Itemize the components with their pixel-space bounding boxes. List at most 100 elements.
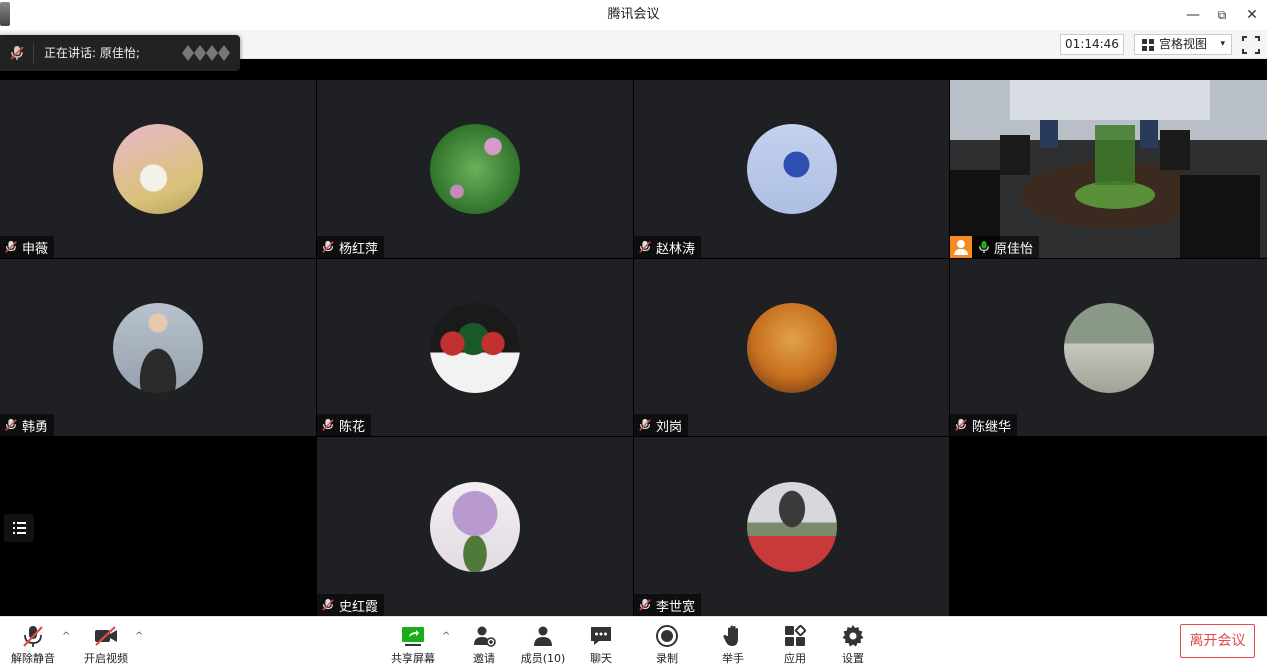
list-view-icon[interactable]	[4, 514, 34, 542]
window-title: 腾讯会议	[607, 7, 660, 22]
avatar	[746, 481, 837, 572]
speaking-label: 正在讲话: 原佳怡;	[44, 46, 140, 60]
record-button[interactable]: 录制	[648, 617, 686, 665]
meeting-toolbar: 解除静音 ^ 开启视频 ^ 共享屏幕 ^ 邀请 成员(10) 聊天 录制 举手 …	[0, 616, 1267, 665]
participant-name: 申薇	[22, 241, 49, 257]
mic-muted-icon	[639, 418, 651, 431]
share-screen-label: 共享屏幕	[391, 652, 435, 665]
members-label: 成员(10)	[520, 652, 566, 665]
camera-feed	[950, 80, 1267, 258]
unmute-label: 解除静音	[11, 652, 55, 665]
add-user-icon	[474, 626, 496, 647]
name-tag: 刘岗	[634, 414, 689, 436]
participant-name: 赵林涛	[656, 241, 696, 257]
host-badge-icon	[950, 236, 972, 258]
record-icon	[656, 625, 678, 647]
participant-tile[interactable]: 李世宽	[634, 437, 949, 616]
leave-meeting-button[interactable]: 离开会议	[1180, 624, 1255, 658]
participant-tile[interactable]: 赵林涛	[634, 80, 949, 258]
participant-name: 陈花	[339, 419, 366, 435]
participant-video-tile[interactable]: 原佳怡	[950, 80, 1267, 258]
close-button[interactable]: ✕	[1237, 0, 1267, 30]
video-options-chevron-icon[interactable]: ^	[135, 631, 143, 642]
view-mode-dropdown[interactable]: 宫格视图 ▾	[1134, 34, 1232, 55]
participant-name: 李世宽	[656, 599, 696, 615]
mic-muted-icon	[955, 418, 967, 431]
avatar	[430, 124, 520, 214]
minimize-button[interactable]: —	[1178, 0, 1208, 30]
participant-tile[interactable]: 韩勇	[0, 259, 316, 436]
participant-tile[interactable]: 陈花	[317, 259, 633, 436]
name-tag: 陈花	[317, 414, 372, 436]
settings-label: 设置	[842, 652, 864, 665]
avatar	[113, 124, 203, 214]
apps-label: 应用	[784, 652, 806, 665]
record-label: 录制	[656, 652, 678, 665]
avatar	[746, 302, 837, 393]
mic-muted-icon	[5, 240, 17, 253]
participant-tile[interactable]: 史红霞	[317, 437, 633, 616]
avatar	[1063, 302, 1154, 393]
camera-off-icon	[95, 626, 117, 646]
start-video-button[interactable]: 开启视频	[80, 617, 132, 665]
empty-tile	[0, 437, 316, 616]
members-button[interactable]: 成员(10)	[518, 617, 568, 665]
name-tag: 原佳怡	[950, 236, 1040, 258]
participant-name: 刘岗	[656, 419, 683, 435]
avatar	[746, 124, 837, 214]
mic-muted-icon	[10, 46, 24, 60]
fullscreen-icon[interactable]	[1242, 36, 1260, 54]
share-options-chevron-icon[interactable]: ^	[442, 631, 450, 642]
participant-tile[interactable]: 申薇	[0, 80, 316, 258]
name-tag: 李世宽	[634, 594, 702, 616]
invite-button[interactable]: 邀请	[464, 617, 504, 665]
settings-button[interactable]: 设置	[834, 617, 872, 665]
avatar	[113, 302, 203, 393]
mic-muted-icon	[5, 418, 17, 431]
chat-icon	[591, 627, 611, 645]
invite-label: 邀请	[473, 652, 495, 665]
grid-view-icon	[1142, 39, 1154, 51]
participant-tile[interactable]: 杨红萍	[317, 80, 633, 258]
members-icon	[534, 626, 552, 646]
mic-muted-icon	[322, 418, 334, 431]
meeting-timer: 01:14:46	[1060, 34, 1124, 55]
apps-button[interactable]: 应用	[776, 617, 814, 665]
gear-icon	[842, 625, 864, 647]
participant-tile[interactable]: 刘岗	[634, 259, 949, 436]
mic-muted-icon	[322, 598, 334, 611]
view-mode-label: 宫格视图	[1159, 37, 1208, 51]
start-video-label: 开启视频	[84, 652, 128, 665]
raise-hand-label: 举手	[722, 652, 744, 665]
avatar	[430, 302, 520, 393]
mic-active-icon	[979, 241, 989, 253]
name-tag: 申薇	[0, 236, 55, 258]
name-tag: 陈继华	[950, 414, 1018, 436]
apps-icon	[785, 624, 807, 646]
chat-button[interactable]: 聊天	[582, 617, 620, 665]
mic-muted-icon	[23, 626, 43, 647]
name-tag: 史红霞	[317, 594, 385, 616]
name-tag: 杨红萍	[317, 236, 385, 258]
participant-name: 陈继华	[972, 419, 1012, 435]
chevron-down-icon: ▾	[1220, 39, 1225, 49]
video-grid: 申薇 杨红萍 赵林涛 原佳怡 韩勇 陈花 刘岗 陈继华 史红霞 李世宽	[0, 80, 1267, 616]
mic-muted-icon	[322, 240, 334, 253]
participant-name: 史红霞	[339, 599, 379, 615]
raise-hand-icon	[723, 625, 738, 646]
participant-name: 韩勇	[22, 419, 49, 435]
unmute-button[interactable]: 解除静音	[8, 617, 58, 665]
empty-tile	[950, 437, 1267, 616]
raise-hand-button[interactable]: 举手	[714, 617, 752, 665]
audio-wave-icon	[182, 45, 230, 61]
participant-tile[interactable]: 陈继华	[950, 259, 1267, 436]
share-screen-button[interactable]: 共享屏幕	[388, 617, 438, 665]
name-tag: 赵林涛	[634, 236, 702, 258]
mic-muted-icon	[639, 598, 651, 611]
participant-name: 杨红萍	[339, 241, 379, 257]
restore-button[interactable]: ⧉	[1207, 0, 1237, 30]
chat-label: 聊天	[590, 652, 612, 665]
participant-name: 原佳怡	[994, 241, 1034, 257]
audio-options-chevron-icon[interactable]: ^	[62, 631, 70, 642]
mic-muted-icon	[639, 240, 651, 253]
